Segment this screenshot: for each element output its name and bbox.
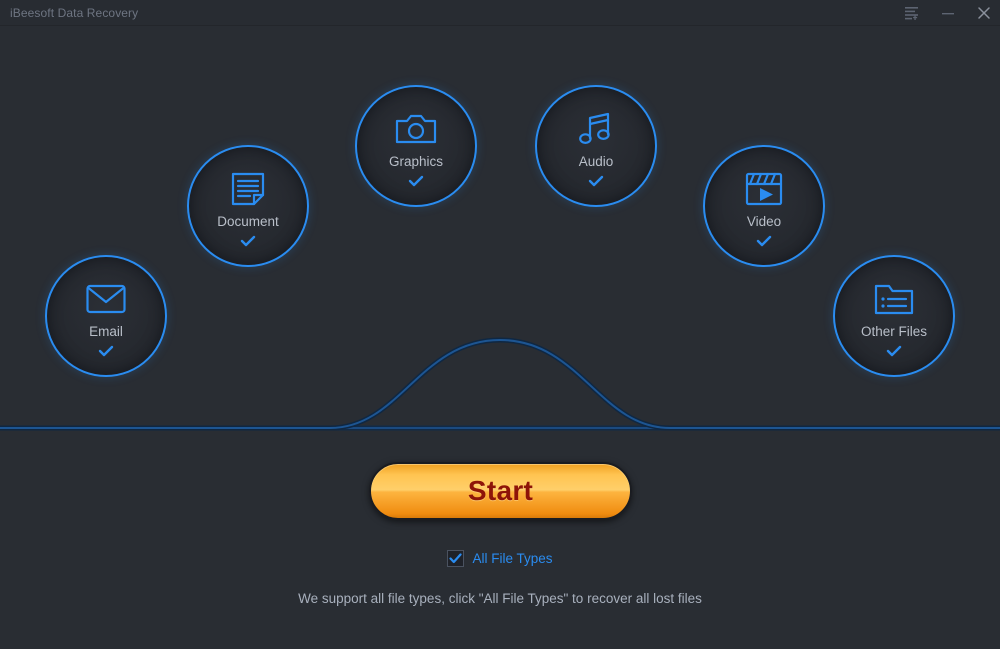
category-label: Document — [217, 214, 279, 229]
all-file-types-row: All File Types — [0, 550, 1000, 567]
start-button[interactable]: Start — [369, 462, 632, 520]
envelope-icon — [83, 279, 129, 319]
minimize-icon — [941, 6, 955, 20]
menu-list-icon — [905, 6, 919, 20]
titlebar: iBeesoft Data Recovery — [0, 0, 1000, 26]
category-graphics[interactable]: Graphics — [355, 85, 477, 207]
category-label: Audio — [578, 154, 614, 169]
category-check-icon — [408, 175, 424, 187]
folder-list-icon — [871, 279, 917, 319]
all-file-types-label[interactable]: All File Types — [472, 551, 552, 566]
category-check-icon — [886, 345, 902, 357]
document-icon — [225, 169, 271, 209]
close-button[interactable] — [967, 0, 1000, 26]
category-check-icon — [98, 345, 114, 357]
category-email[interactable]: Email — [45, 255, 167, 377]
close-icon — [977, 6, 991, 20]
category-label: Video — [746, 214, 782, 229]
category-audio[interactable]: Audio — [535, 85, 657, 207]
category-document[interactable]: Document — [187, 145, 309, 267]
start-button-label: Start — [467, 475, 534, 506]
category-other-files[interactable]: Other Files — [833, 255, 955, 377]
menu-button[interactable] — [895, 0, 929, 26]
all-file-types-checkbox[interactable] — [447, 550, 465, 567]
category-check-icon — [588, 175, 604, 187]
hint-text: We support all file types, click "All Fi… — [298, 591, 702, 606]
clapperboard-icon — [741, 169, 787, 209]
window-title: iBeesoft Data Recovery — [10, 6, 139, 20]
category-label: Email — [89, 324, 123, 339]
app-window: iBeesoft Data Recovery Graphics Audio Do… — [0, 0, 1000, 649]
category-label: Other Files — [860, 324, 928, 339]
checkmark-icon — [449, 553, 463, 564]
music-note-icon — [573, 109, 619, 149]
category-video[interactable]: Video — [703, 145, 825, 267]
category-label: Graphics — [388, 154, 444, 169]
camera-icon — [393, 109, 439, 149]
category-check-icon — [240, 235, 256, 247]
minimize-button[interactable] — [931, 0, 965, 26]
category-check-icon — [756, 235, 772, 247]
